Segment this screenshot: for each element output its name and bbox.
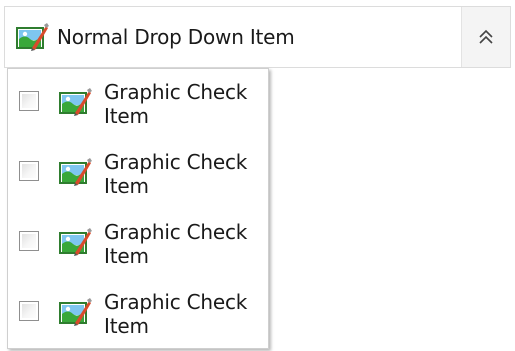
dropdown-menu: Graphic Check Item Graphic Check Item Gr… — [7, 68, 269, 349]
dropdown-button[interactable]: Normal Drop Down Item — [4, 6, 511, 68]
checkbox[interactable] — [19, 301, 39, 321]
graphic-check-item[interactable]: Graphic Check Item — [8, 139, 268, 209]
dropdown-selected-label: Normal Drop Down Item — [57, 25, 295, 49]
checkbox[interactable] — [19, 231, 39, 251]
check-item-label: Graphic Check Item — [104, 80, 248, 128]
image-edit-icon — [15, 22, 49, 52]
dropdown-toggle-button[interactable] — [462, 7, 510, 67]
graphic-check-item[interactable]: Graphic Check Item — [8, 209, 268, 279]
checkbox[interactable] — [19, 161, 39, 181]
check-item-label: Graphic Check Item — [104, 150, 248, 198]
image-edit-icon — [58, 297, 92, 327]
graphic-check-item[interactable]: Graphic Check Item — [8, 279, 268, 349]
checkbox[interactable] — [19, 91, 39, 111]
dropdown-selected-item[interactable]: Normal Drop Down Item — [5, 7, 461, 67]
chevrons-up-icon — [479, 29, 493, 44]
image-edit-icon — [58, 87, 92, 117]
image-edit-icon — [58, 157, 92, 187]
graphic-check-item[interactable]: Graphic Check Item — [8, 69, 268, 139]
image-edit-icon — [58, 227, 92, 257]
check-item-label: Graphic Check Item — [104, 290, 248, 338]
check-item-label: Graphic Check Item — [104, 220, 248, 268]
